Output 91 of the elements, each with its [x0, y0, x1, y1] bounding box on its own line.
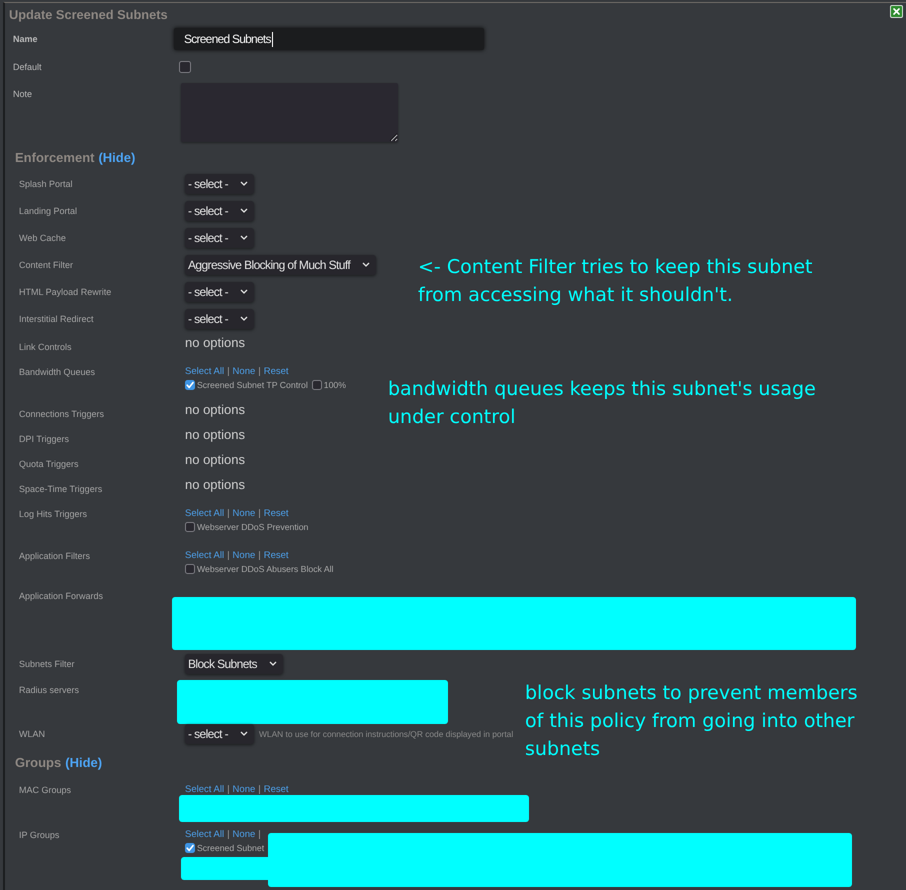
- select-dropdown[interactable]: Block Subnets: [185, 654, 283, 674]
- action-link[interactable]: None: [232, 550, 256, 562]
- select-dropdown[interactable]: - select -: [185, 200, 254, 220]
- action-link[interactable]: Select All: [185, 508, 224, 520]
- select-dropdown[interactable]: Aggressive Blocking of Much Stuff: [185, 254, 376, 274]
- action-link[interactable]: Reset: [264, 784, 289, 796]
- field-label: Quota Triggers: [19, 458, 79, 470]
- link-separator: |: [227, 784, 230, 796]
- chevron-down-icon: [362, 262, 370, 267]
- action-link[interactable]: Reset: [264, 508, 289, 520]
- action-link[interactable]: Select All: [185, 550, 224, 562]
- action-link[interactable]: Select All: [185, 366, 224, 378]
- chevron-down-icon: [240, 208, 248, 213]
- action-link[interactable]: Select All: [185, 784, 224, 796]
- link-separator: |: [258, 829, 261, 841]
- link-separator: |: [227, 550, 230, 562]
- field-label: HTML Payload Rewrite: [19, 286, 112, 298]
- checkbox-label: 100%: [324, 380, 346, 390]
- checkbox[interactable]: [185, 564, 195, 574]
- checkbox-label: Screened Subnet: [197, 843, 264, 853]
- field-label: Landing Portal: [19, 204, 78, 216]
- annotation-text: block subnets to prevent members of this policy from going into other subnets: [525, 681, 858, 762]
- field-label: Subnets Filter: [19, 658, 75, 670]
- field-label: Name: [13, 33, 38, 45]
- action-link[interactable]: Select All: [185, 829, 224, 841]
- field-label: WLAN: [19, 728, 46, 740]
- annotation-text: <- Content Filter tries to keep this subnet from accessing what it shouldn't.: [418, 255, 814, 308]
- action-link[interactable]: None: [232, 366, 256, 378]
- action-link[interactable]: Reset: [264, 550, 289, 562]
- checkbox[interactable]: [312, 380, 322, 390]
- empty-options-text: no options: [185, 452, 245, 468]
- hint-text: WLAN to use for connection instructions/QR code displayed in portal: [259, 728, 514, 738]
- hide-toggle-link[interactable]: (Hide): [98, 150, 136, 166]
- chevron-down-icon: [240, 289, 248, 294]
- field-label: Note: [13, 88, 32, 100]
- field-label: Link Controls: [19, 341, 72, 353]
- link-separator: |: [258, 366, 261, 378]
- field-label: Default: [13, 61, 42, 73]
- annotation-text: bandwidth queues keeps this subnet's usage under control: [388, 377, 817, 430]
- action-link[interactable]: None: [232, 784, 256, 796]
- field-label: Bandwidth Queues: [19, 366, 96, 378]
- chevron-down-icon: [268, 661, 277, 666]
- hide-toggle-link[interactable]: (Hide): [65, 755, 102, 771]
- text-cursor-icon: [272, 32, 273, 46]
- link-separator: |: [258, 550, 261, 562]
- field-label: Space-Time Triggers: [19, 483, 102, 495]
- chevron-down-icon: [240, 731, 248, 736]
- section-heading: Groups: [15, 755, 62, 771]
- select-dropdown[interactable]: - select -: [185, 228, 254, 248]
- field-label: Radius servers: [19, 684, 80, 696]
- checkbox[interactable]: [185, 522, 195, 532]
- chevron-down-icon: [240, 235, 248, 240]
- link-separator: |: [258, 784, 261, 796]
- select-dropdown[interactable]: - select -: [185, 174, 254, 194]
- empty-options-text: no options: [185, 427, 245, 443]
- action-link[interactable]: Reset: [264, 366, 289, 378]
- field-label: Content Filter: [19, 258, 74, 270]
- checkbox-label: Webserver DDoS Abusers Block All: [197, 564, 334, 574]
- field-label: Application Filters: [19, 550, 90, 562]
- select-dropdown[interactable]: - select -: [185, 282, 254, 302]
- field-label: Web Cache: [19, 232, 66, 244]
- checkbox-label: Webserver DDoS Prevention: [197, 522, 308, 532]
- dialog-title: Update Screened Subnets: [9, 6, 168, 24]
- select-dropdown[interactable]: - select -: [185, 724, 254, 744]
- link-separator: |: [258, 508, 261, 520]
- action-link[interactable]: None: [232, 829, 256, 841]
- link-separator: |: [227, 508, 230, 520]
- field-label: MAC Groups: [19, 784, 72, 796]
- action-link[interactable]: None: [232, 508, 256, 520]
- field-label: Splash Portal: [19, 178, 73, 190]
- empty-options-text: no options: [185, 335, 245, 351]
- checkbox-label: Screened Subnet TP Control: [197, 380, 308, 390]
- select-dropdown[interactable]: - select -: [185, 308, 254, 328]
- checkbox[interactable]: [179, 61, 191, 73]
- chevron-down-icon: [240, 181, 248, 186]
- field-label: Application Forwards: [19, 590, 104, 602]
- checkbox[interactable]: [185, 380, 195, 390]
- close-icon[interactable]: [890, 5, 903, 18]
- field-label: IP Groups: [19, 829, 60, 841]
- empty-options-text: no options: [185, 402, 245, 418]
- field-label: Interstitial Redirect: [19, 312, 94, 324]
- link-separator: |: [227, 366, 230, 378]
- field-label: Log Hits Triggers: [19, 508, 88, 520]
- empty-options-text: no options: [185, 477, 245, 493]
- link-separator: |: [227, 829, 230, 841]
- field-label: DPI Triggers: [19, 433, 70, 445]
- section-heading: Enforcement: [15, 150, 94, 166]
- checkbox[interactable]: [185, 843, 195, 853]
- chevron-down-icon: [240, 316, 248, 321]
- text-input[interactable]: Screened Subnets: [174, 28, 484, 50]
- field-label: Connections Triggers: [19, 408, 104, 420]
